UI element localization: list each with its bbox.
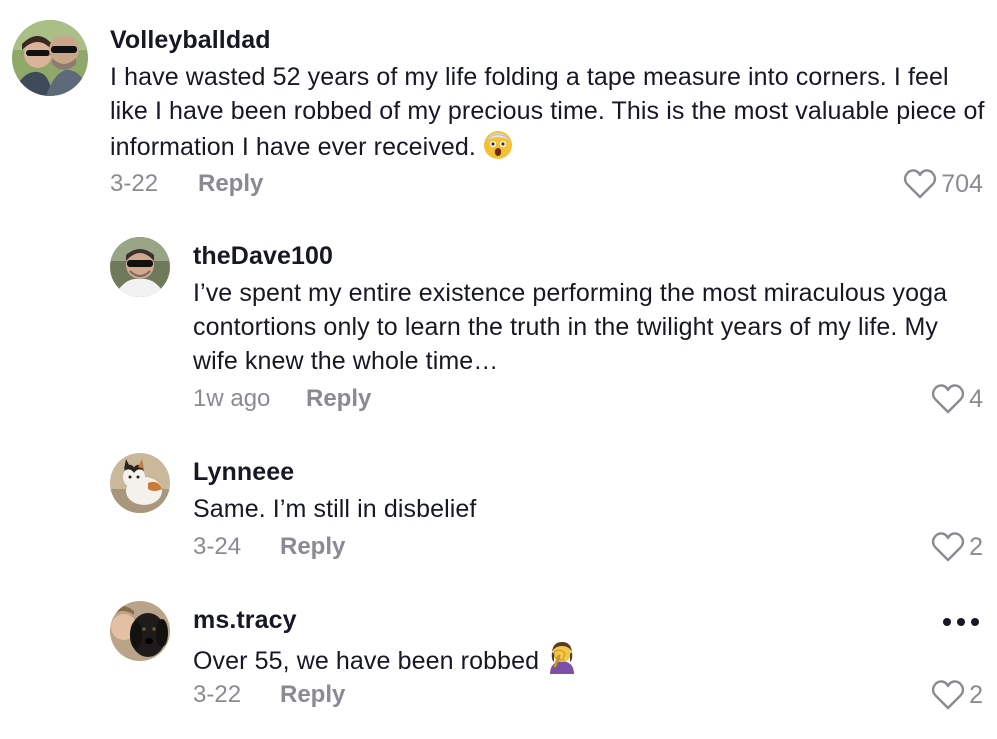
like-button[interactable]: 4 [931,383,983,415]
avatar[interactable] [12,20,88,96]
heart-outline-icon [931,679,965,711]
like-count: 2 [969,532,983,561]
like-button[interactable]: 2 [931,531,983,563]
reply-button[interactable]: Reply [280,533,345,561]
comment-username[interactable]: Volleyballdad [110,26,271,55]
comment-body: Same. I’m still in disbelief [193,495,477,523]
comment-text: I’ve spent my entire existence performin… [193,276,983,378]
avatar[interactable] [110,601,170,661]
comment-date: 1w ago [193,385,271,412]
like-button[interactable]: 704 [903,168,983,200]
more-options-button[interactable] [942,615,980,633]
heart-outline-icon [931,383,965,415]
comment-body: I have wasted 52 years of my life foldin… [110,63,985,161]
reply-button[interactable]: Reply [306,385,371,413]
avatar[interactable] [110,453,170,513]
like-count: 4 [969,384,983,413]
like-count: 704 [941,169,983,198]
more-dots-icon [942,615,980,632]
comment-body: Over 55, we have been robbed [193,647,540,675]
comment-thedave100: theDave100 I’ve spent my entire existenc… [0,215,997,440]
comment-text: Same. I’m still in disbelief [193,492,983,526]
person-facepalming-emoji [545,640,579,683]
like-button[interactable]: 2 [931,679,983,711]
comment-ms-tracy: ms.tracy Over 55, we have been robbed 3-… [0,588,997,739]
comment-date: 3-24 [193,533,242,560]
heart-outline-icon [931,531,965,563]
comment-date: 3-22 [110,170,159,197]
comment-date: 3-22 [193,681,242,708]
comment-text: Over 55, we have been robbed [193,640,983,683]
reply-button[interactable]: Reply [280,681,345,709]
comment-volleyballdad: Volleyballdad I have wasted 52 years of … [0,0,997,215]
comment-username[interactable]: Lynneee [193,458,294,487]
astonished-face-emoji [482,128,514,169]
comment-text: I have wasted 52 years of my life foldin… [110,60,985,169]
comment-body: I’ve spent my entire existence performin… [193,279,948,375]
like-count: 2 [969,680,983,709]
comment-lynneee: Lynneee Same. I’m still in disbelief 3-2… [0,440,997,588]
avatar[interactable] [110,237,170,297]
comment-username[interactable]: theDave100 [193,242,333,271]
comment-username[interactable]: ms.tracy [193,606,297,635]
reply-button[interactable]: Reply [198,170,263,198]
heart-outline-icon [903,168,937,200]
